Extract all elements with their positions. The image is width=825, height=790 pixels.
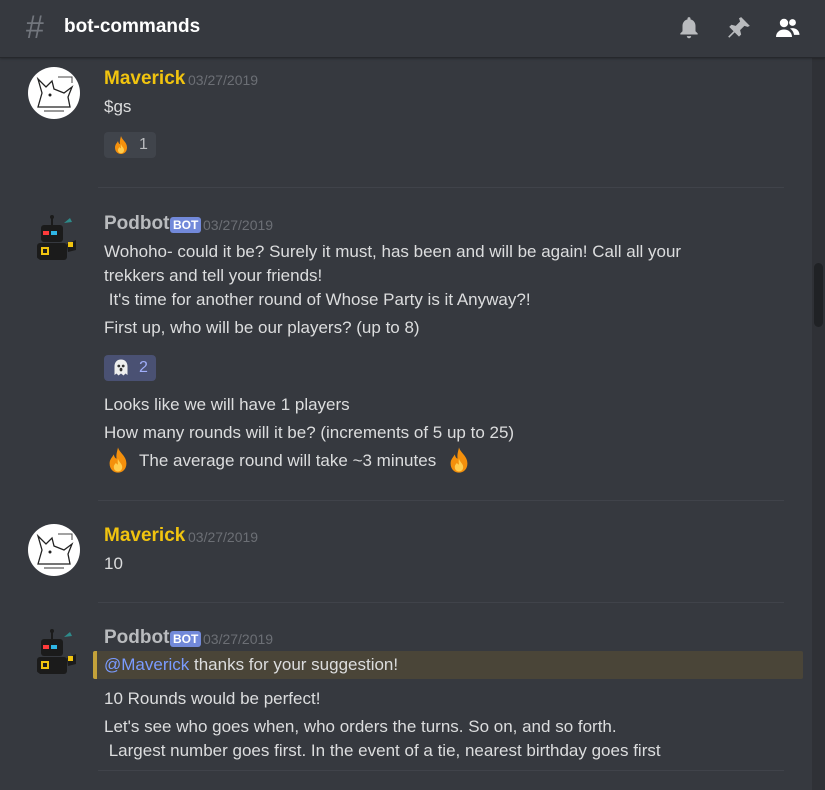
wolf-sketch-avatar: [36, 533, 74, 569]
bot-tag: BOT: [170, 217, 202, 233]
message-text: First up, who will be our players? (up t…: [104, 318, 420, 337]
mention-line: @Maverick thanks for your suggestion!: [104, 655, 398, 675]
ghost-emoji-icon: [114, 359, 128, 376]
fire-emoji-icon: [109, 447, 127, 473]
timestamp: 03/27/2019: [188, 72, 259, 88]
avatar[interactable]: [28, 524, 80, 576]
channel-name: bot-commands: [64, 16, 201, 37]
message-text: The average round will take ~3 minutes: [139, 451, 437, 470]
fire-emoji-icon: [115, 136, 127, 154]
message-text: It's time for another round of Whose Par…: [104, 290, 531, 309]
username[interactable]: Maverick: [104, 525, 185, 547]
message-list[interactable]: Maverick 03/27/2019 $gs 1 Podbot BOT 03/…: [0, 58, 812, 790]
message-text: trekkers and tell your friends!: [104, 266, 323, 285]
avatar[interactable]: [28, 67, 80, 119]
message-text: $gs: [104, 97, 132, 116]
reaction-count: 1: [139, 136, 148, 153]
message-divider: [98, 770, 784, 771]
bell-icon[interactable]: [676, 15, 702, 41]
timestamp: 03/27/2019: [203, 217, 274, 233]
reaction-fire[interactable]: 1: [104, 132, 156, 158]
message-divider: [98, 602, 784, 603]
message-group: Maverick 03/27/2019 $gs 1: [0, 58, 800, 188]
user-mention[interactable]: @Maverick: [104, 655, 189, 674]
message-text: Largest number goes first. In the event …: [104, 741, 661, 760]
message-divider: [98, 500, 784, 501]
username[interactable]: Podbot: [104, 213, 169, 235]
message-text: 10 Rounds would be perfect!: [104, 689, 321, 708]
members-icon[interactable]: [775, 15, 801, 41]
fire-emoji-icon: [450, 447, 468, 473]
robot-avatar: [37, 215, 76, 260]
channel-header: # bot-commands: [0, 0, 825, 58]
mention-highlight: @Maverick thanks for your suggestion!: [93, 651, 803, 679]
mention-text: thanks for your suggestion!: [189, 655, 399, 674]
avatar[interactable]: [28, 212, 80, 264]
reaction-count: 2: [139, 359, 148, 376]
scrollbar-thumb[interactable]: [814, 263, 823, 327]
timestamp: 03/27/2019: [188, 529, 259, 545]
message-text: Wohoho- could it be? Surely it must, has…: [104, 242, 682, 261]
message-group: Podbot BOT 03/27/2019 @Maverick thanks f…: [0, 617, 803, 787]
message-text: Looks like we will have 1 players: [104, 395, 350, 414]
message-text: How many rounds will it be? (increments …: [104, 423, 515, 442]
username[interactable]: Maverick: [104, 68, 185, 90]
avatar[interactable]: [28, 626, 80, 678]
robot-avatar: [37, 629, 76, 674]
channel-hash-icon: #: [26, 9, 44, 45]
message-group: Podbot BOT 03/27/2019 Wohoho- could it b…: [0, 203, 800, 503]
message-text: 10: [104, 554, 123, 573]
scrollbar-track[interactable]: [812, 58, 825, 790]
message-text: Let's see who goes when, who orders the …: [104, 717, 617, 736]
bot-tag: BOT: [170, 631, 202, 647]
username[interactable]: Podbot: [104, 627, 169, 649]
wolf-sketch-avatar: [36, 76, 74, 112]
pin-icon[interactable]: [726, 15, 752, 41]
reaction-ghost[interactable]: 2: [104, 355, 156, 381]
timestamp: 03/27/2019: [203, 631, 274, 647]
message-divider: [98, 187, 784, 188]
message-group: Maverick 03/27/2019 10: [0, 515, 800, 605]
